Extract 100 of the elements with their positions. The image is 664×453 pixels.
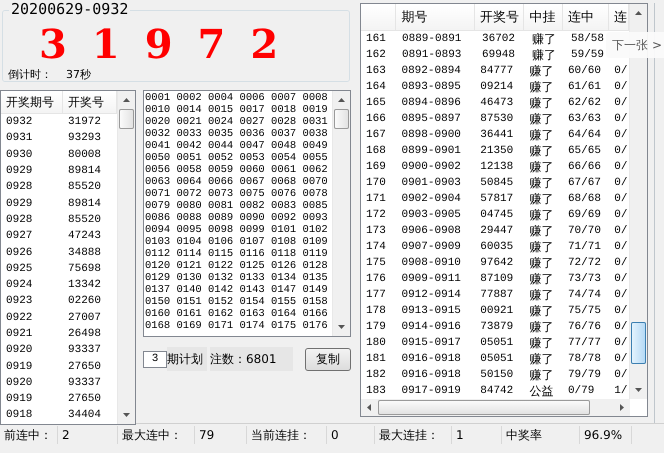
countdown-value: 37秒 <box>66 67 91 82</box>
periods-label: 期计划 <box>167 347 207 371</box>
scroll-up-icon[interactable] <box>338 98 345 102</box>
scroll-left-icon[interactable] <box>367 404 371 411</box>
column-header[interactable]: 期号 <box>396 4 476 30</box>
scroll-thumb[interactable] <box>119 109 134 129</box>
table-cell-text: 13342 <box>67 279 102 292</box>
number-line: 0112 0114 0115 0116 0118 0119 <box>145 248 329 260</box>
table-cell-text: 赚了 <box>528 78 554 96</box>
table-cell-text: 61/61 <box>566 81 602 93</box>
table-cell-text: 0893-0895 <box>400 81 462 93</box>
copy-button[interactable]: 复制 <box>305 348 351 370</box>
table-cell-text: 174 <box>365 241 387 253</box>
table-cell-text: 0/ <box>613 225 628 237</box>
scroll-thumb[interactable] <box>631 322 646 364</box>
number-line: 0168 0169 0171 0174 0175 0176 <box>145 320 329 332</box>
table-cell-text: 0/ <box>613 129 628 141</box>
table-cell-text: 0928 <box>5 214 34 226</box>
table-cell-text: 34404 <box>67 409 102 422</box>
status-label: 中奖率 <box>502 426 580 444</box>
table-cell-text: 赚了 <box>528 174 554 192</box>
table-cell-text: 04745 <box>479 209 514 221</box>
scroll-up-icon[interactable] <box>635 11 642 15</box>
table-cell-text: 68/68 <box>566 193 602 205</box>
number-list[interactable] <box>143 90 351 337</box>
table-cell-text: 183 <box>365 385 387 397</box>
table-cell-text: 0/ <box>613 81 628 93</box>
table-cell-text: 0919 <box>5 393 34 406</box>
column-header[interactable]: 开奖号 <box>475 4 524 30</box>
table-cell-text: 0891-0893 <box>401 49 462 61</box>
draw-digit: 7 <box>198 23 226 67</box>
scrollbar[interactable] <box>332 91 350 336</box>
table-cell-text: 赚了 <box>528 110 554 128</box>
table-cell-text: 21350 <box>479 145 514 157</box>
table-cell-text: 175 <box>365 257 387 269</box>
table-cell-text: 05051 <box>479 337 514 349</box>
table-cell-text: 59/59 <box>570 49 606 61</box>
table-cell-text: 89814 <box>67 198 102 210</box>
table-cell-text: 79/79 <box>566 369 602 381</box>
table-cell-text: 0/79 <box>566 385 596 397</box>
table-cell-text: 0916-0918 <box>400 369 462 381</box>
table-cell-text: 93337 <box>67 344 102 356</box>
table-cell-text: 27650 <box>67 393 102 406</box>
table-cell-text: 176 <box>365 273 387 285</box>
table-cell-text: 84777 <box>479 65 514 77</box>
number-line: 0160 0161 0162 0163 0164 0166 <box>145 308 329 320</box>
table-cell-text: 0915-0917 <box>400 337 462 349</box>
scroll-up-icon[interactable] <box>123 98 130 102</box>
table-cell-text: 178 <box>365 305 387 317</box>
scrollbar[interactable] <box>629 4 647 399</box>
table-cell-text: 赚了 <box>528 222 554 240</box>
table-cell-text: 0894-0896 <box>400 97 462 109</box>
table-cell-text: 1/ <box>613 385 628 397</box>
number-line: 0129 0130 0132 0133 0134 0135 <box>145 272 329 284</box>
table-cell-text: 65/65 <box>566 145 602 157</box>
scroll-down-icon[interactable] <box>635 388 642 392</box>
table-cell-text: 0/ <box>613 273 628 285</box>
table-cell-text: 73879 <box>479 321 514 333</box>
scroll-thumb[interactable] <box>378 400 590 415</box>
next-image-button[interactable]: 下一张 > <box>606 32 664 58</box>
column-header[interactable]: 中挂 <box>524 4 563 30</box>
status-value: 0 <box>327 426 375 444</box>
scrollbar[interactable] <box>117 91 135 424</box>
table-cell-text: 0/ <box>613 193 628 205</box>
scroll-right-icon[interactable] <box>620 404 624 411</box>
status-value: 79 <box>195 426 247 444</box>
table-cell-text: 0914-0916 <box>400 321 462 333</box>
table-cell-text: 0902-0904 <box>400 193 462 205</box>
table-cell-text: 0906-0908 <box>400 225 462 237</box>
table-cell-text: 27007 <box>67 312 102 324</box>
scroll-thumb[interactable] <box>334 109 349 129</box>
table-cell-text: 71/71 <box>566 241 602 253</box>
scroll-down-icon[interactable] <box>338 325 345 329</box>
column-header[interactable]: 开奖期号 <box>1 91 63 113</box>
table-cell-text: 0/ <box>613 289 628 301</box>
number-line: 0103 0104 0106 0107 0108 0109 <box>145 236 329 248</box>
number-line: 0063 0064 0066 0067 0068 0070 <box>145 176 329 188</box>
table-cell-text: 赚了 <box>528 350 554 368</box>
periods-field[interactable]: 3 <box>143 350 167 368</box>
table-cell-text: 77/77 <box>566 337 602 349</box>
table-cell-text: 0/ <box>613 161 628 173</box>
table-cell-text: 0892-0894 <box>400 65 462 77</box>
number-line: 0041 0042 0044 0047 0048 0049 <box>145 140 329 152</box>
number-line: 0079 0080 0081 0082 0083 0085 <box>145 200 329 212</box>
scroll-down-icon[interactable] <box>123 413 130 417</box>
table-cell-text: 57817 <box>479 193 514 205</box>
table-cell-text: 0/ <box>613 177 628 189</box>
table-cell-text: 179 <box>365 321 387 333</box>
horizontal-scrollbar[interactable] <box>361 399 630 416</box>
table-cell-text: 93293 <box>67 132 102 144</box>
column-header[interactable]: 连中 <box>562 4 610 30</box>
table-cell-text: 0901-0903 <box>400 177 462 189</box>
table-cell-text: 公益 <box>528 382 554 399</box>
table-cell-text: 0925 <box>5 262 34 275</box>
table-cell-text: 赚了 <box>528 286 554 304</box>
table-cell-text: 73/73 <box>566 273 602 285</box>
table-cell-text: 赚了 <box>528 318 554 336</box>
table-cell-text: 70/70 <box>566 225 602 237</box>
table-cell-text: 0/ <box>613 321 628 333</box>
count-label: 注数：6801 <box>210 347 294 371</box>
